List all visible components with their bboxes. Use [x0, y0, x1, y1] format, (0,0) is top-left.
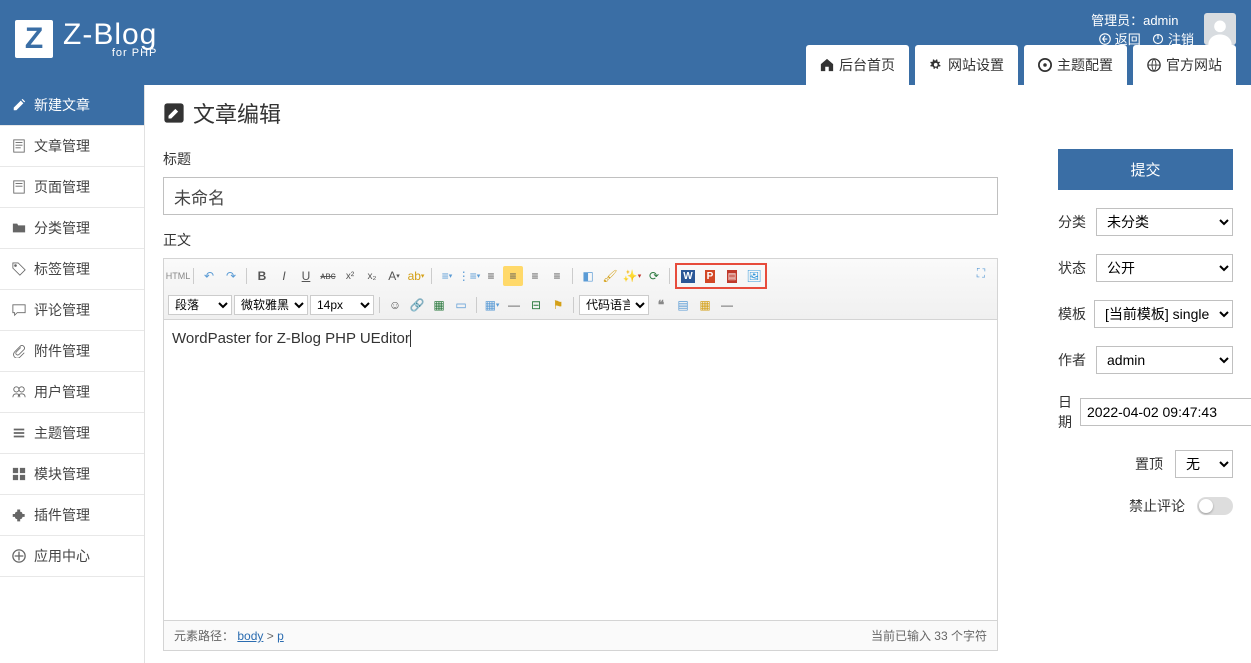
sidebar-item-posts[interactable]: 文章管理 [0, 126, 144, 167]
avatar[interactable] [1204, 13, 1236, 45]
fontsize-select[interactable]: 14px [310, 295, 374, 315]
top-nav: 后台首页 网站设置 主题配置 官方网站 [800, 45, 1236, 85]
logo: Z Z-Blog for PHP [15, 18, 157, 59]
eraser-button[interactable]: ◧ [578, 266, 598, 286]
sidebar-item-modules[interactable]: 模块管理 [0, 454, 144, 495]
nocomment-toggle[interactable] [1197, 497, 1233, 515]
path-label: 元素路径： [174, 629, 234, 643]
sidebar-item-pages[interactable]: 页面管理 [0, 167, 144, 208]
path-p-link[interactable]: p [277, 629, 284, 643]
subscript-button[interactable]: x₂ [362, 266, 382, 286]
body-label: 正文 [163, 230, 998, 250]
category-label: 分类 [1058, 212, 1088, 232]
sidebar-right: 提交 分类 未分类 状态 公开 模板 [当前模板] single 作者 admi… [1058, 149, 1233, 651]
image-paste-icon[interactable]: 🖼 [744, 266, 764, 286]
user-info: 管理员：admin 返回 注销 [1091, 10, 1236, 48]
status-select[interactable]: 公开 [1096, 254, 1233, 282]
logo-badge: Z [15, 20, 53, 58]
status-label: 状态 [1058, 258, 1088, 278]
sticky-label: 置顶 [1135, 454, 1163, 474]
more-button[interactable]: — [717, 295, 737, 315]
sidebar-item-new-post[interactable]: 新建文章 [0, 85, 144, 126]
font-select[interactable]: 微软雅黑 [234, 295, 308, 315]
date-button[interactable]: ▦ [695, 295, 715, 315]
category-select[interactable]: 未分类 [1096, 208, 1233, 236]
template-label: 模板 [1058, 304, 1086, 324]
sidebar-item-attachments[interactable]: 附件管理 [0, 331, 144, 372]
unordered-list-button[interactable]: ⋮≡▾ [459, 266, 479, 286]
quote-button[interactable]: ❝ [651, 295, 671, 315]
redo-button[interactable]: ↷ [221, 266, 241, 286]
page-title: 文章编辑 [163, 97, 1233, 129]
user-label: 管理员：admin [1091, 10, 1194, 29]
sidebar-item-comments[interactable]: 评论管理 [0, 290, 144, 331]
superscript-button[interactable]: x² [340, 266, 360, 286]
author-label: 作者 [1058, 350, 1088, 370]
ordered-list-button[interactable]: ≡▾ [437, 266, 457, 286]
fullscreen-button[interactable]: ⛶ [971, 263, 991, 283]
editor-toolbar: HTML ↶ ↷ B I U ᴀʙᴄ x² x₂ A▾ ab [164, 259, 997, 320]
powerpoint-icon[interactable]: P [700, 266, 720, 286]
underline-button[interactable]: U [296, 266, 316, 286]
image-button[interactable]: ▦ [429, 295, 449, 315]
bold-button[interactable]: B [252, 266, 272, 286]
editor-statusbar: 元素路径： body > p 当前已输入 33 个字符 [164, 620, 997, 650]
autoformat-button[interactable]: ⟳ [644, 266, 664, 286]
paste-plugin-group: W P ▤ 🖼 [675, 263, 767, 289]
align-right-button[interactable]: ≡ [525, 266, 545, 286]
date-label: 日期 [1058, 392, 1072, 432]
author-select[interactable]: admin [1096, 346, 1233, 374]
format-brush-button[interactable]: 🖌 [600, 266, 620, 286]
pdf-icon[interactable]: ▤ [722, 266, 742, 286]
forecolor-button[interactable]: A▾ [384, 266, 404, 286]
sidebar-item-users[interactable]: 用户管理 [0, 372, 144, 413]
html-button[interactable]: HTML [168, 266, 188, 286]
hr-button[interactable]: — [504, 295, 524, 315]
backcolor-button[interactable]: ab▾ [406, 266, 426, 286]
char-count: 当前已输入 33 个字符 [871, 627, 987, 644]
align-justify-button[interactable]: ≡ [547, 266, 567, 286]
word-icon[interactable]: W [678, 266, 698, 286]
editor: HTML ↶ ↷ B I U ᴀʙᴄ x² x₂ A▾ ab [163, 258, 998, 651]
header: Z Z-Blog for PHP 管理员：admin 返回 注销 后台首页 网站… [0, 0, 1251, 85]
align-left-button[interactable]: ≡ [481, 266, 501, 286]
tab-settings[interactable]: 网站设置 [915, 45, 1018, 85]
path-body-link[interactable]: body [237, 629, 263, 643]
anchor-button[interactable]: ⚑ [548, 295, 568, 315]
paragraph-select[interactable]: 段落 [168, 295, 232, 315]
emoji-button[interactable]: ☺ [385, 295, 405, 315]
align-center-button[interactable]: ≡ [503, 266, 523, 286]
main-content: 文章编辑 标题 正文 HTML ↶ ↷ B [145, 85, 1251, 663]
sidebar-item-appcenter[interactable]: 应用中心 [0, 536, 144, 577]
title-label: 标题 [163, 149, 998, 169]
sidebar-item-themes[interactable]: 主题管理 [0, 413, 144, 454]
sidebar: 新建文章 文章管理 页面管理 分类管理 标签管理 评论管理 附件管理 用户管理 … [0, 85, 145, 663]
nocomment-label: 禁止评论 [1129, 496, 1185, 516]
title-input[interactable] [163, 177, 998, 215]
date-input[interactable] [1080, 398, 1251, 426]
link-button[interactable]: 🔗 [407, 295, 427, 315]
sidebar-item-plugins[interactable]: 插件管理 [0, 495, 144, 536]
table-button[interactable]: ▦▾ [482, 295, 502, 315]
video-button[interactable]: ▭ [451, 295, 471, 315]
sidebar-item-categories[interactable]: 分类管理 [0, 208, 144, 249]
template-select[interactable]: [当前模板] single [1094, 300, 1233, 328]
tab-official[interactable]: 官方网站 [1133, 45, 1236, 85]
magic-button[interactable]: ✨▾ [622, 266, 642, 286]
editor-content[interactable]: WordPaster for Z-Blog PHP UEditor [164, 320, 997, 620]
italic-button[interactable]: I [274, 266, 294, 286]
tab-dashboard[interactable]: 后台首页 [806, 45, 909, 85]
strikeout-button[interactable]: ᴀʙᴄ [318, 266, 338, 286]
code-select[interactable]: 代码语言 [579, 295, 649, 315]
undo-button[interactable]: ↶ [199, 266, 219, 286]
sticky-select[interactable]: 无 [1175, 450, 1233, 478]
pagebreak-button[interactable]: ⊟ [526, 295, 546, 315]
sidebar-item-tags[interactable]: 标签管理 [0, 249, 144, 290]
find-button[interactable]: ▤ [673, 295, 693, 315]
submit-button[interactable]: 提交 [1058, 149, 1233, 190]
tab-theme[interactable]: 主题配置 [1024, 45, 1127, 85]
